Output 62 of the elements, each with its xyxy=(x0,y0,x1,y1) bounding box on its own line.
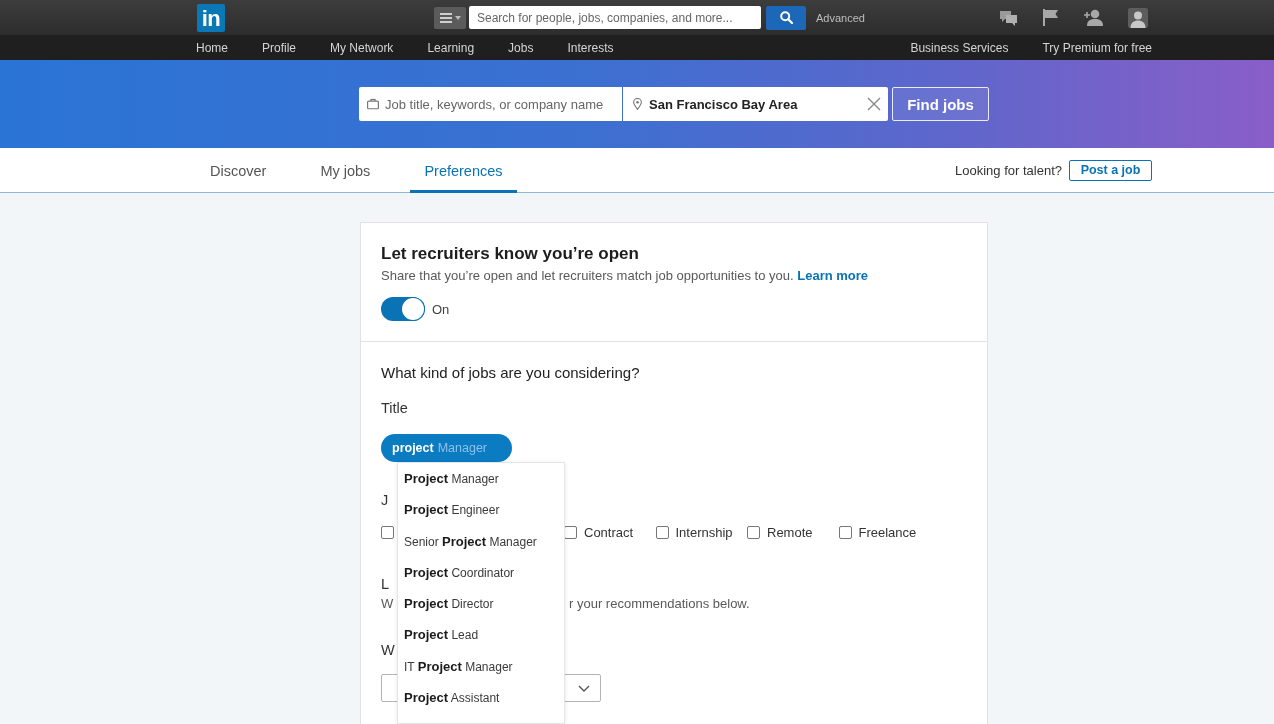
chevron-down-icon xyxy=(578,684,590,692)
toggle-switch[interactable] xyxy=(381,297,425,321)
suggestion-item[interactable]: Project Director xyxy=(398,588,564,620)
nav-link[interactable]: My Network xyxy=(330,40,394,55)
caret-icon xyxy=(454,15,461,20)
suggestion-item[interactable]: Project Coordinator xyxy=(398,556,564,589)
suggestion-item[interactable]: Project Manager xyxy=(398,463,564,495)
option-label: Internship xyxy=(675,524,733,540)
nav-link[interactable]: Interests xyxy=(567,40,614,55)
field-label: W xyxy=(381,641,395,660)
nav-link[interactable]: Learning xyxy=(427,40,475,55)
keyword-field[interactable]: Job title, keywords, or company name xyxy=(359,87,622,121)
tab[interactable]: My jobs xyxy=(306,148,385,193)
nav-link[interactable]: Profile xyxy=(262,40,297,55)
location-field[interactable]: San Francisco Bay Area xyxy=(623,87,888,121)
checkbox[interactable] xyxy=(381,525,394,539)
suggestion-item[interactable]: Project Engineer xyxy=(398,494,564,526)
suggestion-item[interactable]: Project Lead xyxy=(398,619,564,651)
menu-button[interactable] xyxy=(434,6,466,29)
advanced-search-link[interactable]: Advanced xyxy=(816,11,865,24)
learn-more-link[interactable]: Learn more xyxy=(797,268,869,283)
find-jobs-button[interactable]: Find jobs xyxy=(892,87,989,121)
location-note: r your recommendations below. xyxy=(569,595,750,613)
checkbox[interactable] xyxy=(747,525,760,539)
option-label: Freelance xyxy=(858,524,917,540)
field-label: J xyxy=(381,491,389,510)
checkbox[interactable] xyxy=(838,525,852,539)
suggestion-item[interactable]: Senior Project Manager xyxy=(398,525,564,557)
title-input-field[interactable]: project Manager xyxy=(381,434,512,462)
option-label: Remote xyxy=(767,524,813,540)
chat-icon[interactable] xyxy=(999,9,1018,26)
question-heading: What kind of jobs are you considering? xyxy=(381,363,641,383)
toggle-label: On xyxy=(432,301,450,317)
nav-link[interactable]: Home xyxy=(196,40,228,55)
add-person-icon[interactable] xyxy=(1084,9,1103,26)
post-job-button[interactable]: Post a job xyxy=(1069,159,1152,181)
nav-link[interactable]: Try Premium for free xyxy=(1042,40,1152,55)
search-icon xyxy=(779,11,793,24)
section-description: Share that you’re open and let recruiters match job opportunities to you. Learn more xyxy=(381,267,870,285)
location-pin-icon xyxy=(633,98,642,110)
search-field[interactable]: Search for people, jobs, companies, and more... xyxy=(469,6,761,29)
search-button[interactable] xyxy=(766,5,806,30)
avatar-icon[interactable] xyxy=(1128,7,1148,28)
close-icon xyxy=(867,97,881,111)
tab[interactable]: Discover xyxy=(196,148,281,193)
field-label: Title xyxy=(381,399,408,418)
suggestion-item[interactable]: IT Project Manager xyxy=(398,650,564,683)
suggestion-item[interactable]: Project Assistant xyxy=(398,682,564,714)
option-label: Contract xyxy=(584,524,634,540)
section-heading: Let recruiters know you’re open xyxy=(381,243,640,265)
logo[interactable]: in xyxy=(197,3,225,32)
nav-link[interactable]: Jobs xyxy=(508,40,534,55)
clear-button[interactable] xyxy=(867,97,881,111)
briefcase-icon xyxy=(367,98,379,110)
checkbox[interactable] xyxy=(655,525,669,539)
nav-link[interactable]: Business Services xyxy=(910,40,1009,55)
menu-icon xyxy=(439,12,452,23)
field-label: L xyxy=(381,575,390,594)
talent-prompt: Looking for talent? xyxy=(955,162,1062,178)
tab[interactable]: Preferences xyxy=(410,148,517,193)
flag-icon[interactable] xyxy=(1043,9,1059,26)
location-note: W xyxy=(381,595,394,613)
